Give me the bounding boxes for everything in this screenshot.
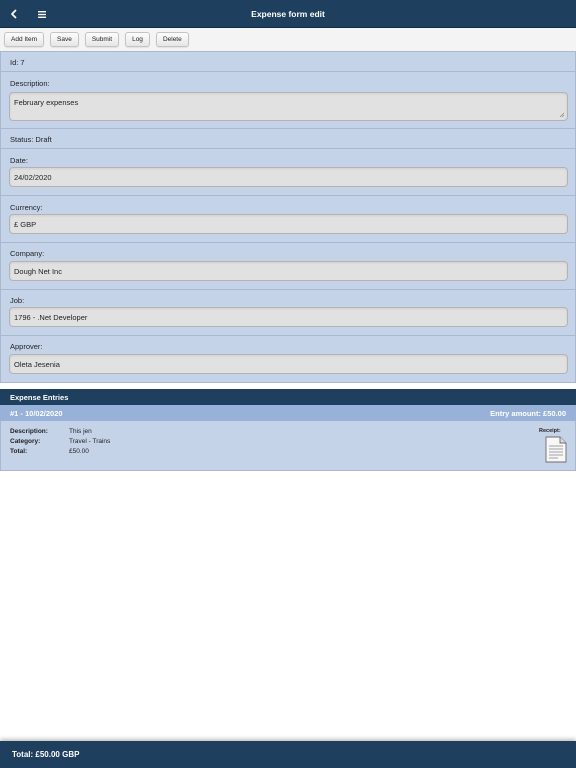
hamburger-menu-icon — [38, 10, 46, 18]
description-value: February expenses — [14, 98, 79, 107]
add-item-button[interactable]: Add Item — [4, 32, 45, 47]
status-text: Status: Draft — [10, 135, 52, 144]
entry-description-key: Description: — [10, 428, 48, 435]
entry-title: #1 - 10/02/2020 — [10, 408, 63, 418]
job-value: 1796 - .Net Developer — [14, 312, 88, 322]
expense-form: Id: 7 Description: February expenses Sta… — [0, 51, 576, 383]
approver-label: Approver: — [10, 342, 43, 351]
description-label: Description: — [10, 79, 50, 88]
entry-total-row: Total: £50.00 — [10, 448, 89, 455]
approver-row: Approver: Oleta Jesenia — [1, 336, 575, 382]
entry-category-value: Travel - Trains — [69, 438, 111, 445]
submit-button[interactable]: Submit — [84, 32, 120, 47]
footer-total-bar: Total: £50.00 GBP — [0, 741, 576, 768]
approver-value: Oleta Jesenia — [14, 359, 60, 369]
approver-select[interactable]: Oleta Jesenia — [9, 354, 568, 374]
status-row: Status: Draft — [1, 129, 575, 149]
expense-entries-heading: Expense Entries — [0, 389, 576, 405]
date-label: Date: — [10, 156, 28, 165]
app-header: Expense form edit — [0, 0, 576, 28]
entry-description-value: This jen — [69, 428, 92, 435]
expense-form-page: Expense form edit Add Item Save Submit L… — [0, 0, 576, 768]
id-row: Id: 7 — [1, 52, 575, 72]
currency-row: Currency: £ GBP — [1, 196, 575, 243]
id-text: Id: 7 — [10, 58, 25, 67]
job-select[interactable]: 1796 - .Net Developer — [9, 307, 568, 327]
document-icon[interactable] — [545, 436, 567, 463]
back-button[interactable] — [0, 0, 28, 28]
company-row: Company: Dough Net Inc — [1, 243, 575, 290]
date-input[interactable]: 24/02/2020 — [9, 167, 568, 187]
entry-amount: Entry amount: £50.00 — [490, 408, 566, 418]
page-title: Expense form edit — [251, 8, 325, 19]
company-value: Dough Net Inc — [14, 266, 62, 276]
entry-category-key: Category: — [10, 438, 41, 445]
description-row: Description: February expenses — [1, 72, 575, 129]
menu-button[interactable] — [28, 0, 56, 28]
date-value: 24/02/2020 — [14, 172, 52, 182]
currency-select[interactable]: £ GBP — [9, 214, 568, 234]
company-select[interactable]: Dough Net Inc — [9, 261, 568, 281]
description-textarea[interactable]: February expenses — [9, 92, 568, 121]
company-label: Company: — [10, 249, 45, 258]
resize-grip-icon[interactable] — [559, 112, 565, 118]
entry-details[interactable]: Description: This jen Category: Travel -… — [0, 421, 576, 471]
date-row: Date: 24/02/2020 — [1, 149, 575, 196]
entry-total-value: £50.00 — [69, 448, 89, 455]
currency-value: £ GBP — [14, 219, 37, 229]
job-row: Job: 1796 - .Net Developer — [1, 290, 575, 336]
footer-total: Total: £50.00 GBP — [12, 750, 80, 759]
job-label: Job: — [10, 296, 25, 305]
save-button[interactable]: Save — [50, 32, 79, 47]
entry-total-key: Total: — [10, 448, 28, 455]
chevron-left-icon — [11, 9, 17, 19]
entry-description-row: Description: This jen — [10, 428, 92, 435]
currency-label: Currency: — [10, 203, 43, 212]
log-button[interactable]: Log — [125, 32, 150, 47]
entry-category-row: Category: Travel - Trains — [10, 438, 110, 445]
toolbar: Add Item Save Submit Log Delete — [0, 28, 576, 51]
delete-button[interactable]: Delete — [155, 32, 189, 47]
entry-header-bar[interactable]: #1 - 10/02/2020 Entry amount: £50.00 — [0, 405, 576, 421]
receipt-label: Receipt: — [539, 428, 561, 434]
